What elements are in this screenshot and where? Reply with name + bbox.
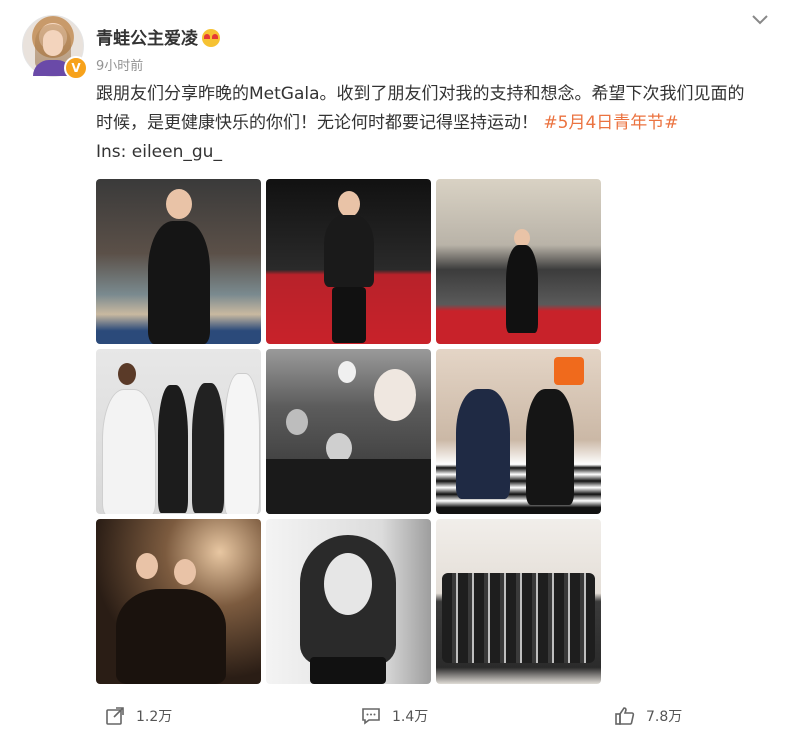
photo-5-head-1 (374, 369, 416, 421)
photo-5-head-2 (338, 361, 356, 383)
photo-2-dress (324, 215, 374, 287)
photo-6-blue-dress (456, 389, 510, 499)
photo-8[interactable] (266, 519, 431, 684)
photo-2-head (338, 191, 360, 217)
photo-6-black-dress (526, 389, 574, 505)
photo-2[interactable] (266, 179, 431, 344)
post-body: 跟朋友们分享昨晚的MetGala。收到了朋友们对我的支持和想念。希望下次我们见面… (96, 80, 776, 167)
photo-8-dress (310, 657, 386, 684)
photo-5-head-3 (286, 409, 308, 435)
photo-grid (96, 179, 601, 684)
photo-7-head-2 (174, 559, 196, 585)
photo-5-crowd (266, 459, 431, 514)
comment-count: 1.4万 (392, 709, 429, 725)
post-timestamp[interactable]: 9小时前 (96, 55, 143, 74)
photo-4-white-gown (102, 389, 156, 514)
post-text-line1: 跟朋友们分享昨晚的MetGala。收到了朋友们对我的支持和想念。希望下次我们见面… (96, 84, 745, 104)
photo-9-group (442, 573, 595, 663)
post-ins-handle: Ins: eileen_gu_ (96, 142, 222, 162)
share-icon (106, 707, 124, 725)
photo-6-phone-case (554, 357, 584, 385)
thumb-up-icon (615, 707, 635, 725)
photo-1[interactable] (96, 179, 261, 344)
photo-4-person-3 (192, 383, 224, 513)
avatar-face (43, 30, 63, 56)
hashtag-link[interactable]: #5月4日青年节# (543, 113, 678, 133)
photo-1-head (166, 189, 192, 219)
share-count: 1.2万 (136, 709, 173, 725)
like-button[interactable]: 7.8万 (614, 705, 682, 727)
post-text-line2: 时候，是更健康快乐的你们！无论何时都要记得坚持运动！ #5月4日青年节# (96, 109, 776, 138)
verified-badge-icon: V (64, 56, 88, 80)
author-name-row[interactable]: 青蛙公主爱凌 (96, 24, 220, 49)
photo-1-dress (148, 221, 210, 344)
post-footer: 1.2万 1.4万 7.8万 (0, 705, 795, 735)
photo-4[interactable] (96, 349, 261, 514)
photo-6[interactable] (436, 349, 601, 514)
photo-7[interactable] (96, 519, 261, 684)
heart-eyes-emoji-icon (202, 29, 220, 47)
like-count: 7.8万 (646, 709, 683, 725)
photo-7-head-1 (136, 553, 158, 579)
share-button[interactable]: 1.2万 (104, 705, 172, 727)
photo-7-outfits (116, 589, 226, 684)
photo-2-legs (332, 287, 366, 343)
chevron-down-icon[interactable] (748, 10, 772, 30)
photo-3[interactable] (436, 179, 601, 344)
comment-button[interactable]: 1.4万 (360, 705, 428, 727)
photo-4-head-1 (118, 363, 136, 385)
photo-3-dress (506, 245, 538, 333)
photo-8-face (324, 553, 372, 615)
photo-4-person-2 (158, 385, 188, 513)
photo-9[interactable] (436, 519, 601, 684)
photo-4-person-4 (224, 373, 260, 514)
post-text-line2-prefix: 时候，是更健康快乐的你们！无论何时都要记得坚持运动！ (96, 113, 538, 133)
author-name[interactable]: 青蛙公主爱凌 (96, 29, 198, 49)
comment-icon (362, 708, 380, 725)
photo-5[interactable] (266, 349, 431, 514)
